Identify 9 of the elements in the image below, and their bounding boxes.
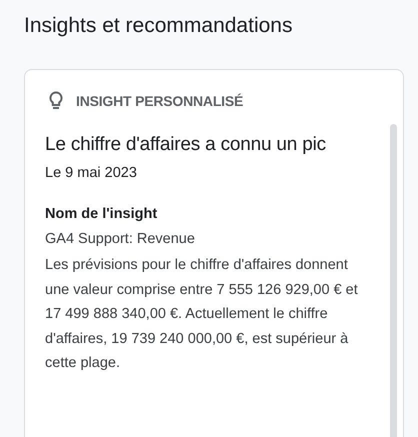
lightbulb-icon (49, 91, 63, 111)
page-title: Insights et recommandations (24, 13, 294, 39)
field-value: GA4 Support: Revenue (45, 231, 196, 247)
insight-description: Les prévisions pour le chiffre d'affaires donnent une valeur comprise entre 7 555 126 929,00 € et 17 499 888 340,00 €. Actuellement le chiffre d'affaires, 19 739 240 000,00 €, est supérieur à cette plage. (45, 256, 359, 373)
insight-title: Le chiffre d'affaires a connu un pic (45, 134, 327, 156)
insight-date: Le 9 mai 2023 (45, 165, 138, 181)
scrollbar[interactable] (390, 124, 397, 437)
field-label: Nom de l'insight (45, 206, 158, 222)
insight-type-label: INSIGHT PERSONNALISÉ (76, 93, 244, 109)
